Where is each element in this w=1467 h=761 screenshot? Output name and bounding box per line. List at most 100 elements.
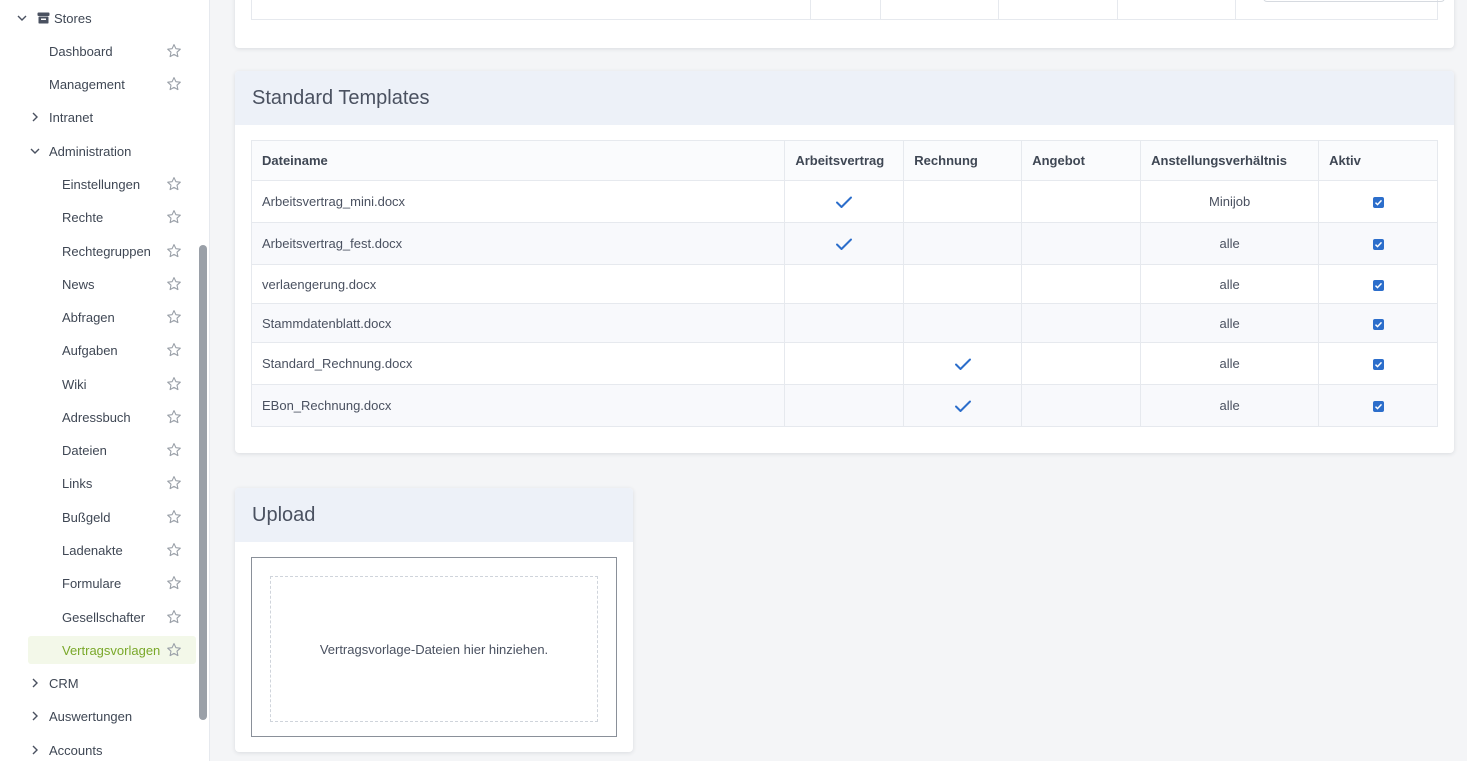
aktiv-checkbox[interactable] [1372,197,1384,209]
star-icon[interactable] [166,76,182,92]
standard-templates-title: Standard Templates [235,71,1454,125]
star-icon[interactable] [166,43,182,59]
sidebar-item-crm[interactable]: CRM [0,669,196,697]
sidebar: Stores Dashboard Management Intranet Adminis… [0,0,210,761]
sidebar-item-label: Accounts [49,742,103,758]
table-row[interactable]: Arbeitsvertrag_mini.docx Minijob [250,180,1438,223]
aktiv-checkbox[interactable] [1372,359,1384,371]
star-icon[interactable] [166,409,182,425]
cell-angebot [1021,342,1142,385]
sidebar-item-label: Auswertungen [49,708,133,724]
upload-dropzone[interactable]: Vertragsvorlage-Dateien hier hinziehen. [270,576,598,722]
sidebar-item-ladenakte[interactable]: Ladenakte [0,536,196,564]
sidebar-item-rechte[interactable]: Rechte [0,203,196,231]
previous-table-divider [810,0,811,19]
chevron-down-icon[interactable] [27,143,43,159]
sidebar-item-management[interactable]: Management [0,70,196,98]
cell-aktiv [1318,222,1438,265]
sidebar-item-accounts[interactable]: Accounts [0,736,196,761]
sidebar-item-label: Wiki [62,376,87,392]
sidebar-item-vertragsvorlagen[interactable]: Vertragsvorlagen [28,636,196,664]
sidebar-item-gesellschafter[interactable]: Gesellschafter [0,603,196,631]
cell-aktiv [1318,384,1438,427]
cell-arbeitsvertrag [784,180,905,223]
star-icon[interactable] [166,376,182,392]
sidebar-item-news[interactable]: News [0,270,196,298]
previous-table-divider [1117,0,1118,19]
column-header-aktiv[interactable]: Aktiv [1318,140,1438,181]
table-row[interactable]: Arbeitsvertrag_fest.docx alle [250,222,1438,265]
sidebar-item-stores[interactable]: Stores [0,4,196,32]
column-header-angebot[interactable]: Angebot [1021,140,1142,181]
star-icon[interactable] [166,243,182,259]
sidebar-item-label: Gesellschafter [62,609,146,625]
chevron-right-icon[interactable] [27,708,43,724]
previous-table-divider [880,0,881,19]
table-row[interactable]: Standard_Rechnung.docx alle [250,342,1438,385]
column-header-rechnung[interactable]: Rechnung [903,140,1023,181]
chevron-right-icon[interactable] [27,742,43,758]
aktiv-checkbox[interactable] [1372,401,1384,413]
star-icon[interactable] [166,575,182,591]
sidebar-item-einstellungen[interactable]: Einstellungen [0,170,196,198]
chevron-down-icon[interactable] [14,10,30,26]
sidebar-item-dashboard[interactable]: Dashboard [0,37,196,65]
aktiv-checkbox[interactable] [1372,239,1384,251]
chevron-right-icon[interactable] [27,109,43,125]
sidebar-item-auswertungen[interactable]: Auswertungen [0,702,196,730]
table-header-row: Dateiname Arbeitsvertrag Rechnung Angebo… [250,140,1438,181]
sidebar-item-label: Dashboard [49,43,113,59]
sidebar-item-label: Stores [54,10,92,26]
table-row[interactable]: verlaengerung.docx alle [250,264,1438,304]
sidebar-item-label: Vertragsvorlagen [62,642,161,658]
column-header-arbeitsvertrag[interactable]: Arbeitsvertrag [784,140,905,181]
sidebar-item-label: Rechtegruppen [62,243,151,259]
table-row[interactable]: Stammdatenblatt.docx alle [250,303,1438,343]
star-icon[interactable] [166,542,182,558]
sidebar-scrollbar-thumb[interactable] [199,245,207,720]
star-icon[interactable] [166,309,182,325]
sidebar-item-formulare[interactable]: Formulare [0,569,196,597]
cell-dateiname: Standard_Rechnung.docx [250,342,786,385]
sidebar-item-administration[interactable]: Administration [0,137,196,165]
sidebar-item-label: CRM [49,675,79,691]
chevron-right-icon[interactable] [27,675,43,691]
table-row[interactable]: EBon_Rechnung.docx alle [250,384,1438,427]
star-icon[interactable] [166,176,182,192]
sidebar-item-aufgaben[interactable]: Aufgaben [0,336,196,364]
cell-anstellungsverhaeltnis: alle [1140,264,1320,304]
upload-dropzone-frame[interactable]: Vertragsvorlage-Dateien hier hinziehen. [251,557,617,737]
previous-table-input[interactable] [1263,0,1445,2]
star-icon[interactable] [166,342,182,358]
sidebar-item-links[interactable]: Links [0,469,196,497]
sidebar-item-dateien[interactable]: Dateien [0,436,196,464]
sidebar-item-label: Einstellungen [62,176,141,192]
sidebar-item-label: Administration [49,143,132,159]
aktiv-checkbox[interactable] [1372,279,1384,291]
star-icon[interactable] [166,276,182,292]
cell-angebot [1021,303,1142,343]
sidebar-item-abfragen[interactable]: Abfragen [0,303,196,331]
star-icon[interactable] [166,642,182,658]
column-header-anstellungsverhaeltnis[interactable]: Anstellungsverhältnis [1140,140,1320,181]
star-icon[interactable] [166,209,182,225]
star-icon[interactable] [166,475,182,491]
star-icon[interactable] [166,609,182,625]
sidebar-item-bussgeld[interactable]: Bußgeld [0,503,196,531]
star-icon[interactable] [166,509,182,525]
cell-angebot [1021,264,1142,304]
cell-angebot [1021,180,1142,223]
cell-aktiv [1318,342,1438,385]
star-icon[interactable] [166,442,182,458]
sidebar-item-adressbuch[interactable]: Adressbuch [0,403,196,431]
column-header-dateiname[interactable]: Dateiname [250,140,786,181]
sidebar-item-intranet[interactable]: Intranet [0,103,196,131]
aktiv-checkbox[interactable] [1372,318,1384,330]
sidebar-item-rechtegruppen[interactable]: Rechtegruppen [0,237,196,265]
sidebar-item-wiki[interactable]: Wiki [0,370,196,398]
cell-aktiv [1318,264,1438,304]
sidebar-item-label: Rechte [62,209,104,225]
sidebar-item-label: Management [49,76,125,92]
cell-dateiname: Arbeitsvertrag_fest.docx [250,222,786,265]
sidebar-item-label: Aufgaben [62,342,118,358]
